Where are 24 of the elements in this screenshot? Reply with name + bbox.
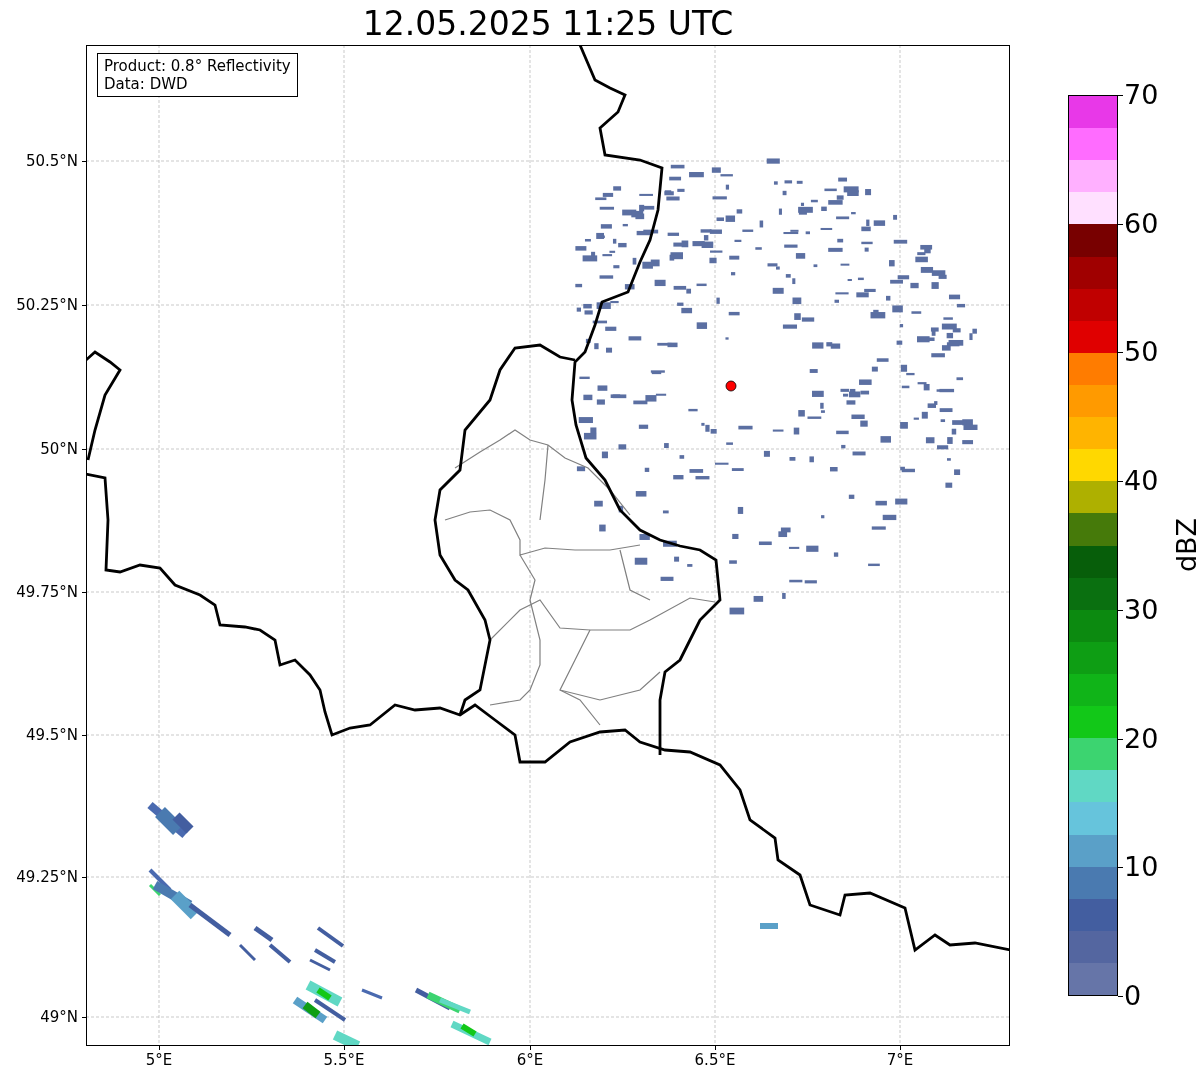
latitude-label: 49°N (40, 1008, 78, 1026)
longitude-label: 5°E (145, 1051, 173, 1069)
colorbar-tick-label: 20 (1124, 723, 1159, 754)
longitude-label: 6°E (516, 1051, 544, 1069)
latitude-label: 49.5°N (25, 726, 78, 744)
colorbar-tick-label: 60 (1124, 208, 1159, 239)
colorbar-label: dBZ (1172, 517, 1202, 573)
latitude-label: 49.75°N (16, 583, 78, 601)
latitude-label: 50.5°N (25, 152, 78, 170)
longitude-label: 5.5°E (323, 1051, 365, 1069)
longitude-label: 6.5°E (694, 1051, 736, 1069)
info-text: Product: 0.8° Reflectivity (104, 57, 291, 75)
longitude-label: 7°E (886, 1051, 914, 1069)
colorbar-tick-label: 30 (1124, 594, 1159, 625)
colorbar-tick-label: 50 (1124, 337, 1159, 368)
info-text: Data: DWD (104, 75, 189, 93)
latitude-label: 49.25°N (16, 868, 78, 886)
latitude-label: 50.25°N (16, 296, 78, 314)
colorbar-tick-label: 70 (1124, 80, 1159, 110)
colorbar-tick-label: 0 (1124, 981, 1142, 1011)
colorbar-tick-label: 40 (1124, 466, 1159, 497)
chart-title: 12.05.2025 11:25 UTC (361, 4, 735, 44)
latitude-label: 50°N (40, 440, 78, 458)
colorbar-tick-label: 10 (1124, 852, 1159, 883)
